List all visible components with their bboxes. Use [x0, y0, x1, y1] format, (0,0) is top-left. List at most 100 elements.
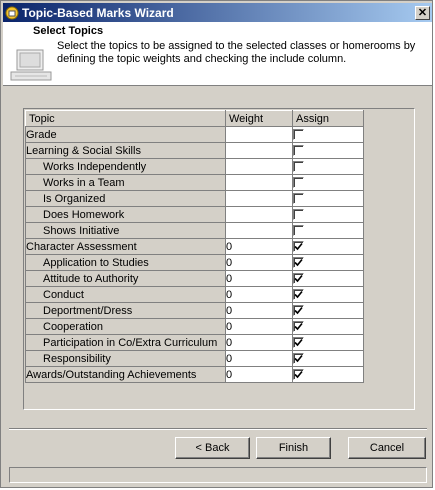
topic-cell: Is Organized	[25, 190, 226, 207]
weight-cell[interactable]	[225, 142, 293, 159]
assign-checkbox[interactable]	[293, 289, 304, 301]
assign-cell	[292, 190, 364, 207]
topic-cell: Conduct	[25, 286, 226, 303]
table-row[interactable]: Deportment/Dress 0	[25, 302, 364, 319]
weight-cell[interactable]: 0	[225, 302, 293, 319]
topics-grid[interactable]: Topic Weight Assign Grade Learning & Soci…	[23, 108, 415, 410]
weight-cell[interactable]	[225, 222, 293, 239]
weight-cell[interactable]: 0	[225, 254, 293, 271]
weight-cell[interactable]	[225, 190, 293, 207]
page-title: Select Topics	[33, 25, 104, 37]
column-header-assign[interactable]: Assign	[292, 110, 364, 127]
table-row[interactable]: Does Homework	[25, 206, 364, 223]
weight-cell[interactable]: 0	[225, 318, 293, 335]
weight-cell[interactable]: 0	[225, 270, 293, 287]
table-row[interactable]: Attitude to Authority 0	[25, 270, 364, 287]
assign-cell	[292, 126, 364, 143]
assign-checkbox[interactable]	[293, 305, 304, 317]
table-row[interactable]: Grade	[25, 126, 364, 143]
weight-cell[interactable]: 0	[225, 286, 293, 303]
table-row[interactable]: Works in a Team	[25, 174, 364, 191]
assign-cell	[292, 318, 364, 335]
assign-checkbox[interactable]	[293, 145, 304, 157]
window-title: Topic-Based Marks Wizard	[22, 5, 174, 20]
weight-cell[interactable]	[225, 174, 293, 191]
assign-cell	[292, 174, 364, 191]
assign-checkbox[interactable]	[293, 273, 304, 285]
checkmark-icon	[294, 291, 303, 299]
table-row[interactable]: Character Assessment 0	[25, 238, 364, 255]
checkmark-icon	[294, 275, 303, 283]
topic-cell: Cooperation	[25, 318, 226, 335]
assign-cell	[292, 158, 364, 175]
back-button[interactable]: < Back	[175, 437, 250, 459]
checkmark-icon	[294, 243, 303, 251]
assign-checkbox[interactable]	[293, 321, 304, 333]
assign-cell	[292, 254, 364, 271]
topic-cell: Shows Initiative	[25, 222, 226, 239]
table-row[interactable]: Participation in Co/Extra Curriculum 0	[25, 334, 364, 351]
assign-checkbox[interactable]	[293, 337, 304, 349]
assign-cell	[292, 238, 364, 255]
weight-cell[interactable]: 0	[225, 366, 293, 383]
assign-cell	[292, 286, 364, 303]
table-row[interactable]: Application to Studies 0	[25, 254, 364, 271]
assign-cell	[292, 334, 364, 351]
checkmark-icon	[294, 323, 303, 331]
assign-checkbox[interactable]	[293, 193, 304, 205]
table-row[interactable]: Shows Initiative	[25, 222, 364, 239]
finish-button[interactable]: Finish	[256, 437, 331, 459]
assign-checkbox[interactable]	[293, 353, 304, 365]
cancel-button[interactable]: Cancel	[348, 437, 426, 459]
assign-checkbox[interactable]	[293, 257, 304, 269]
assign-cell	[292, 270, 364, 287]
header-row: Topic Weight Assign	[25, 110, 364, 127]
table-row[interactable]: Is Organized	[25, 190, 364, 207]
topic-cell: Does Homework	[25, 206, 226, 223]
title-bar[interactable]: Topic-Based Marks Wizard ✕	[3, 3, 432, 22]
status-bar	[9, 467, 427, 483]
topic-cell: Learning & Social Skills	[25, 142, 226, 159]
close-button[interactable]: ✕	[415, 5, 430, 20]
assign-checkbox[interactable]	[293, 129, 304, 141]
assign-cell	[292, 222, 364, 239]
divider	[9, 428, 427, 430]
assign-checkbox[interactable]	[293, 369, 304, 381]
assign-cell	[292, 206, 364, 223]
topic-cell: Application to Studies	[25, 254, 226, 271]
close-icon: ✕	[417, 6, 428, 19]
assign-checkbox[interactable]	[293, 225, 304, 237]
topic-cell: Deportment/Dress	[25, 302, 226, 319]
table-row[interactable]: Learning & Social Skills	[25, 142, 364, 159]
assign-cell	[292, 142, 364, 159]
assign-checkbox[interactable]	[293, 177, 304, 189]
checkmark-icon	[294, 307, 303, 315]
topic-cell: Participation in Co/Extra Curriculum	[25, 334, 226, 351]
column-header-weight[interactable]: Weight	[225, 110, 293, 127]
checkmark-icon	[294, 371, 303, 379]
wizard-window: Topic-Based Marks Wizard ✕ Select Topics…	[0, 0, 433, 488]
table-row[interactable]: Responsibility 0	[25, 350, 364, 367]
topic-cell: Works Independently	[25, 158, 226, 175]
weight-cell[interactable]: 0	[225, 238, 293, 255]
table-row[interactable]: Cooperation 0	[25, 318, 364, 335]
column-header-topic[interactable]: Topic	[25, 110, 226, 127]
assign-checkbox[interactable]	[293, 209, 304, 221]
assign-checkbox[interactable]	[293, 161, 304, 173]
weight-cell[interactable]: 0	[225, 350, 293, 367]
checkmark-icon	[294, 355, 303, 363]
weight-cell[interactable]: 0	[225, 334, 293, 351]
weight-cell[interactable]	[225, 206, 293, 223]
assign-checkbox[interactable]	[293, 241, 304, 253]
checkmark-icon	[294, 259, 303, 267]
table-row[interactable]: Conduct 0	[25, 286, 364, 303]
topic-cell: Grade	[25, 126, 226, 143]
computer-illustration-icon	[7, 48, 59, 84]
weight-cell[interactable]	[225, 126, 293, 143]
page-description: Select the topics to be assigned to the …	[57, 40, 416, 65]
table-row[interactable]: Awards/Outstanding Achievements 0	[25, 366, 364, 383]
weight-cell[interactable]	[225, 158, 293, 175]
wizard-header: Select Topics Select the topics to be as…	[3, 22, 432, 86]
topic-cell: Responsibility	[25, 350, 226, 367]
table-row[interactable]: Works Independently	[25, 158, 364, 175]
